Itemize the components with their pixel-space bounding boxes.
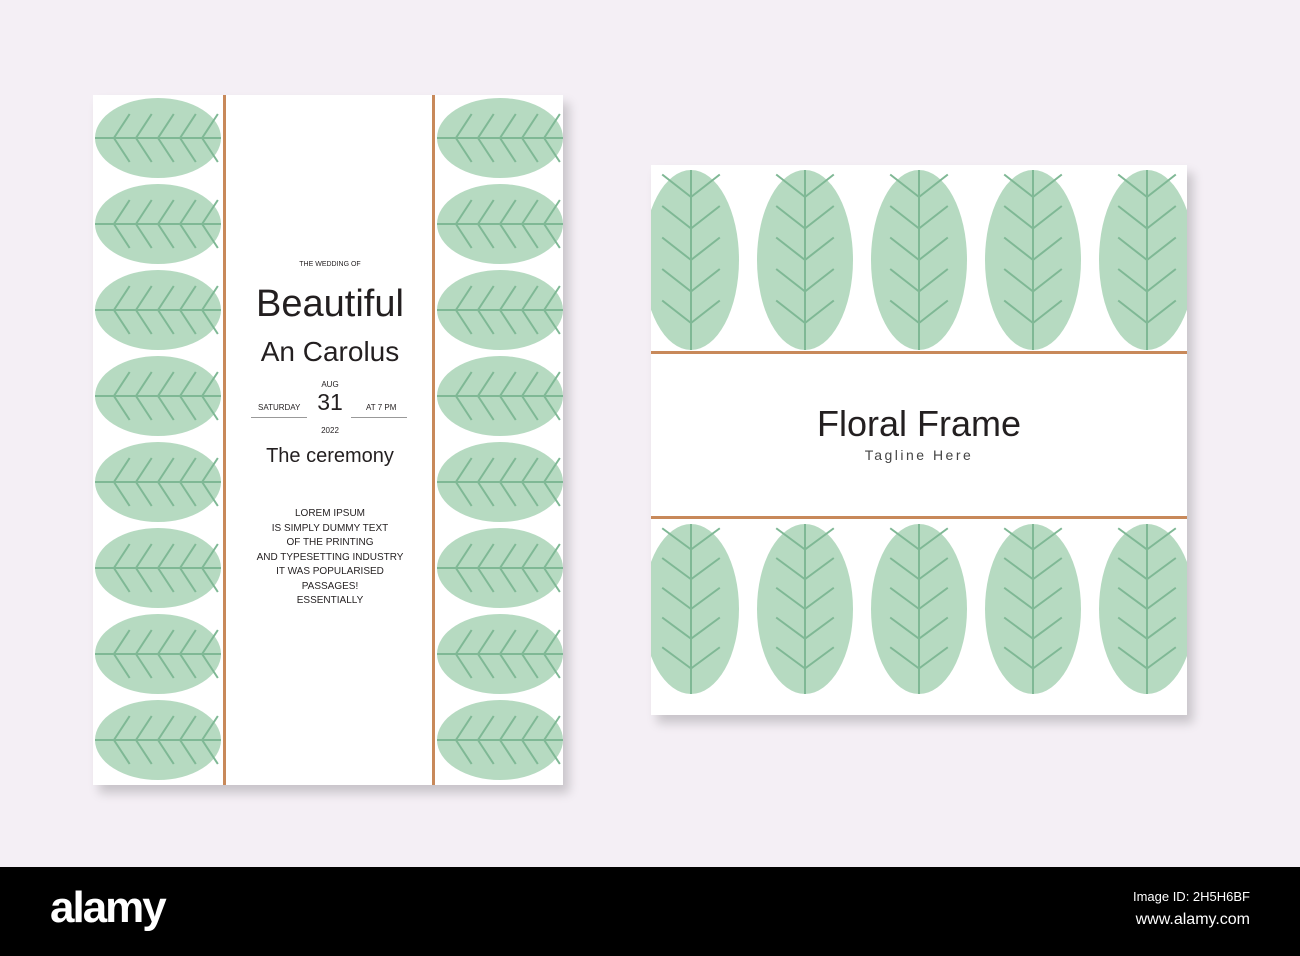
image-id: Image ID: 2H5H6BF: [1132, 889, 1250, 904]
leaf-icon: [437, 700, 563, 780]
date-time: AT 7 PM: [366, 403, 397, 412]
leaf-icon: [95, 98, 221, 178]
leaf-icon: [985, 524, 1081, 694]
body-line: ESSENTIALLY: [296, 595, 364, 606]
leaf-icon: [95, 528, 221, 608]
leaf-icon: [437, 442, 563, 522]
site-url: www.alamy.com: [1135, 911, 1250, 928]
leaf-icon: [437, 184, 563, 264]
leaf-icon: [437, 356, 563, 436]
leaf-icon: [95, 184, 221, 264]
leaf-icon: [95, 356, 221, 436]
alamy-logo: alamy: [50, 883, 167, 932]
body-line: PASSAGES!: [301, 580, 359, 592]
floral-frame-card: Floral Frame Tagline Here: [651, 165, 1187, 715]
divider: [351, 417, 407, 418]
leaf-icon: [95, 442, 221, 522]
leaf-icon: [437, 270, 563, 350]
divider: [251, 417, 307, 418]
leaf-row-top: [651, 170, 1187, 350]
leaf-icon: [757, 524, 853, 694]
date-weekday: SATURDAY: [258, 403, 301, 412]
leaf-icon: [1099, 524, 1187, 694]
leaf-icon: [95, 270, 221, 350]
leaf-icon: [651, 170, 739, 350]
body-text: LOREM IPSUM IS SIMPLY DUMMY TEXT OF THE PR…: [226, 507, 434, 609]
leaf-icon: [985, 170, 1081, 350]
gold-divider: [651, 351, 1187, 354]
body-line: LOREM IPSUM: [294, 508, 365, 519]
date-month: AUG: [321, 380, 339, 389]
leaf-icon: [95, 614, 221, 694]
leaf-icon: [437, 614, 563, 694]
leaf-icon: [757, 170, 853, 350]
leaf-column-right: [437, 98, 563, 780]
leaf-row-bottom: [651, 524, 1187, 694]
name-line-2: An Carolus: [260, 336, 400, 367]
leaf-icon: [437, 98, 563, 178]
leaf-column-left: [95, 98, 221, 780]
frame-title: Floral Frame: [816, 403, 1022, 444]
name-line-1: Beautiful: [256, 283, 404, 325]
leaf-icon: [95, 700, 221, 780]
body-line: OF THE PRINTING: [286, 537, 374, 548]
leaf-icon: [651, 524, 739, 694]
wedding-subtitle: THE WEDDING OF: [299, 261, 361, 268]
event-title: The ceremony: [266, 445, 394, 467]
frame-tagline: Tagline Here: [864, 447, 974, 463]
leaf-icon: [871, 170, 967, 350]
body-line: IT WAS POPULARISED: [276, 566, 384, 577]
invitation-text-band: THE WEDDING OF Beautiful An Carolus AUG …: [226, 95, 434, 785]
leaf-icon: [1099, 170, 1187, 350]
leaf-icon: [437, 528, 563, 608]
watermark-footer: alamy Image ID: 2H5H6BF www.alamy.com: [0, 867, 1300, 956]
body-line: IS SIMPLY DUMMY TEXT: [271, 522, 389, 534]
wedding-invitation-card: THE WEDDING OF Beautiful An Carolus AUG …: [93, 95, 563, 785]
date-year: 2022: [321, 426, 339, 435]
leaf-icon: [871, 524, 967, 694]
body-line: AND TYPESETTING INDUSTRY: [256, 551, 404, 563]
